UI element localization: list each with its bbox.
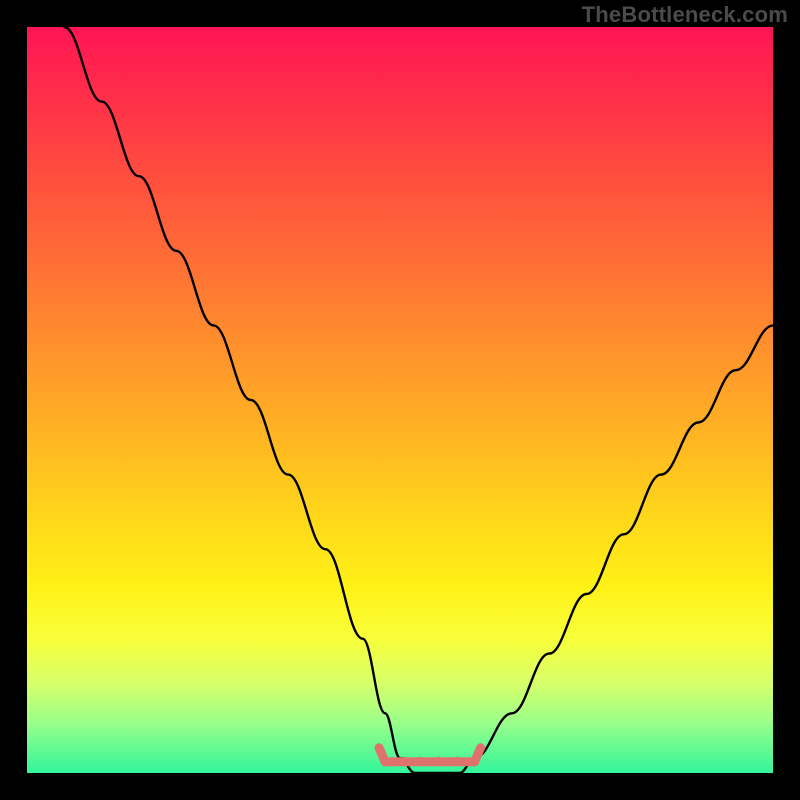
watermark-text: TheBottleneck.com — [582, 2, 788, 28]
bottleneck-curve-path — [64, 27, 773, 773]
curve-svg — [27, 27, 773, 773]
flat-zone-marker — [379, 748, 481, 762]
chart-frame: TheBottleneck.com — [0, 0, 800, 800]
plot-area — [27, 27, 773, 773]
